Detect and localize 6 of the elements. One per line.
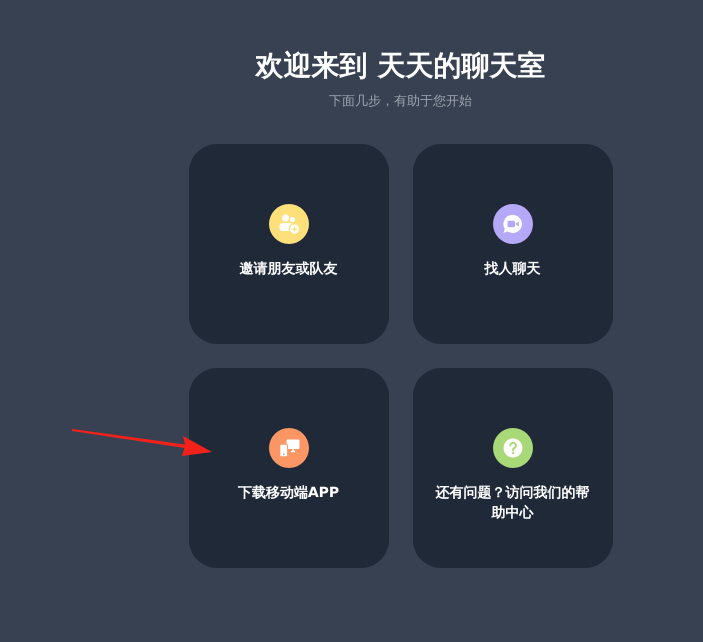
invite-card[interactable]: 邀请朋友或队友	[188, 144, 388, 344]
page-subtitle: 下面几步，有助于您开始	[329, 93, 472, 111]
page-title: 欢迎来到 天天的聊天室	[256, 48, 546, 84]
chat-card[interactable]: 找人聊天	[412, 144, 612, 344]
help-card[interactable]: 还有问题？访问我们的帮助中心	[412, 368, 612, 568]
download-card[interactable]: 下载移动端APP	[188, 368, 388, 568]
